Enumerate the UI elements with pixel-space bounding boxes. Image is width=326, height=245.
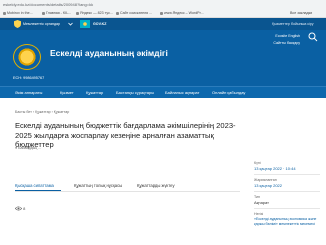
- search-icon[interactable]: [308, 32, 318, 42]
- page-title: Ескелді ауданының бюджеттік бағдарлама ә…: [15, 121, 236, 149]
- manage-site-link[interactable]: Сайтты басқару: [273, 40, 300, 46]
- bookmark-2[interactable]: Главная - KIL...: [42, 10, 71, 17]
- bookmark-icon: [160, 11, 163, 15]
- flag-icon: [80, 20, 90, 28]
- tab-downloads[interactable]: Құжаттарды жүктеу: [137, 182, 175, 190]
- english-link[interactable]: Ecosite English: [275, 33, 300, 39]
- gov-agencies-link[interactable]: Мемлекеттік органдар: [23, 20, 60, 28]
- shield-icon: [14, 20, 21, 28]
- divider: [254, 191, 320, 192]
- bookmark-3[interactable]: Яндекс — 823 тус...: [76, 10, 113, 17]
- gov-kz-logo[interactable]: GOV.KZ: [93, 20, 106, 28]
- published-value: 13 қаңтар 2022: [254, 183, 282, 188]
- chevron-down-icon: [68, 22, 73, 26]
- nav-item-bailanys[interactable]: Байланыс ақпарат: [165, 87, 199, 99]
- bookmark-icon: [76, 11, 79, 15]
- bookmark-4[interactable]: Сайт соискателя ...: [116, 10, 152, 17]
- bookmark-1[interactable]: Mobirox in the...: [3, 10, 33, 17]
- site-title[interactable]: Ескелді ауданының әкімдігі: [50, 48, 168, 59]
- site-header: Мемлекеттік органдар GOV.KZ Қызметтер бо…: [0, 18, 326, 86]
- date-value: 13 қаңтар 2022 · 10:44: [254, 166, 296, 171]
- top-strip: Мемлекеттік органдар GOV.KZ Қызметтер бо…: [0, 18, 326, 30]
- bookmark-5[interactable]: www.Яндекс – WordPr...: [160, 10, 204, 17]
- breadcrumb[interactable]: Басты бет › Құжаттар › Құжаттар: [15, 109, 69, 115]
- bookmark-icon: [3, 11, 6, 15]
- bookmark-icon: [42, 11, 45, 15]
- nav-item-qyzmet[interactable]: Қызмет: [60, 87, 74, 99]
- bookmark-all[interactable]: Все закладки: [290, 10, 312, 17]
- divider: [254, 208, 320, 209]
- tab-summary[interactable]: Қысқаша сипаттама: [15, 182, 54, 190]
- type-value: Ақпарат: [254, 200, 270, 205]
- emblem-icon: [13, 44, 41, 70]
- article-meta: ● Байлардың ...: [15, 146, 42, 150]
- nav-item-online-qabyldau[interactable]: Онлайн қабылдау: [212, 87, 245, 99]
- address-bar[interactable]: eskeldy.edu.kz/documents/details/200948?…: [3, 1, 323, 9]
- nav-item-bastapqy-suraqtar[interactable]: Бастапқы сұрақтары: [116, 87, 154, 99]
- view-counter: 8: [14, 206, 25, 212]
- divider: [254, 174, 320, 175]
- browser-chrome: eskeldy.edu.kz/documents/details/200948?…: [0, 0, 326, 18]
- active-tab-indicator: [15, 190, 61, 191]
- tab-full-version[interactable]: Құжаттың толық нұсқасы: [74, 182, 122, 190]
- bookmark-icon: [116, 11, 119, 15]
- main-nav: Әкім аппараты Қызмет Құжаттар Бастапқы с…: [0, 86, 326, 98]
- hotline: ECH: 9986495767: [13, 76, 45, 80]
- sign-in-link[interactable]: Қызметтер бойынша кіру: [272, 20, 314, 28]
- nav-item-akim-apparaty[interactable]: Әкім аппараты: [15, 87, 42, 99]
- tab-divider: [15, 191, 240, 192]
- nav-item-qujattar[interactable]: Құжаттар: [86, 87, 103, 99]
- eye-icon: [14, 206, 23, 211]
- basis-value[interactable]: «Ескелді ауданының экономика және қаржы …: [254, 217, 320, 227]
